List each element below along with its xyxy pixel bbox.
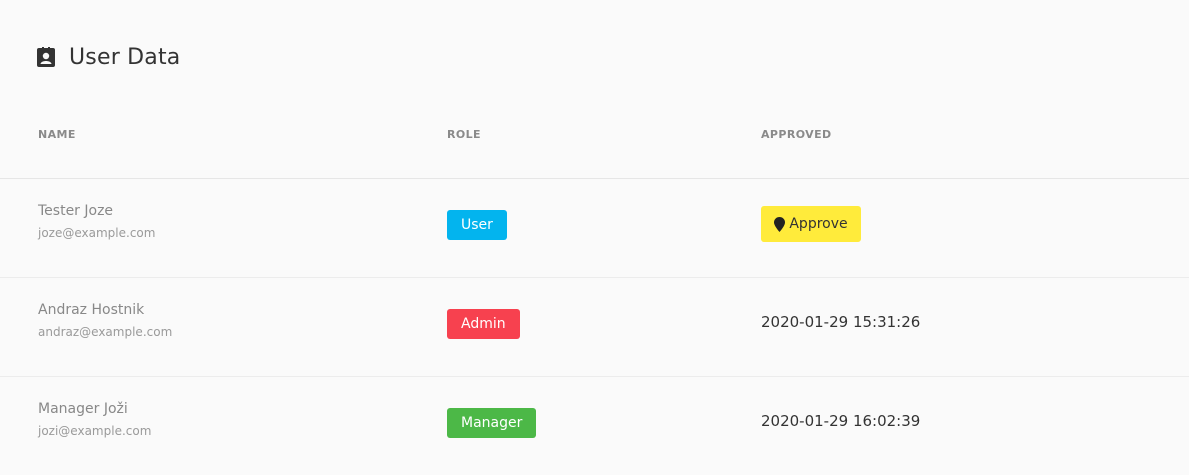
card-header: User Data (37, 40, 180, 74)
user-name: Tester Joze (38, 203, 114, 219)
table-header: NAME ROLE APPROVED (0, 118, 1189, 179)
user-name: Manager Joži (38, 401, 128, 417)
page-title: User Data (69, 44, 181, 70)
role-badge: Manager (447, 408, 537, 438)
user-email: andraz@example.com (38, 325, 173, 339)
user-email: joze@example.com (38, 226, 156, 240)
approved-timestamp: 2020-01-29 16:02:39 (761, 412, 921, 430)
table-row: Tester Joze joze@example.com User Approv… (0, 179, 1189, 278)
contact-card-icon (37, 46, 57, 68)
approve-button-label: Approve (789, 216, 848, 232)
column-header-approved[interactable]: APPROVED (761, 128, 832, 141)
column-header-name[interactable]: NAME (38, 128, 76, 141)
table-row: Andraz Hostnik andraz@example.com Admin … (0, 278, 1189, 377)
column-header-role[interactable]: ROLE (447, 128, 481, 141)
user-email: jozi@example.com (38, 424, 152, 438)
role-badge: User (447, 210, 507, 240)
user-name: Andraz Hostnik (38, 302, 145, 318)
approved-timestamp: 2020-01-29 15:31:26 (761, 313, 921, 331)
user-data-card: User Data NAME ROLE APPROVED Tester Joze… (0, 0, 1189, 473)
approve-button[interactable]: Approve (761, 206, 861, 242)
table-row: Manager Joži jozi@example.com Manager 20… (0, 377, 1189, 475)
role-badge: Admin (447, 309, 520, 339)
map-marker-icon (774, 216, 786, 232)
